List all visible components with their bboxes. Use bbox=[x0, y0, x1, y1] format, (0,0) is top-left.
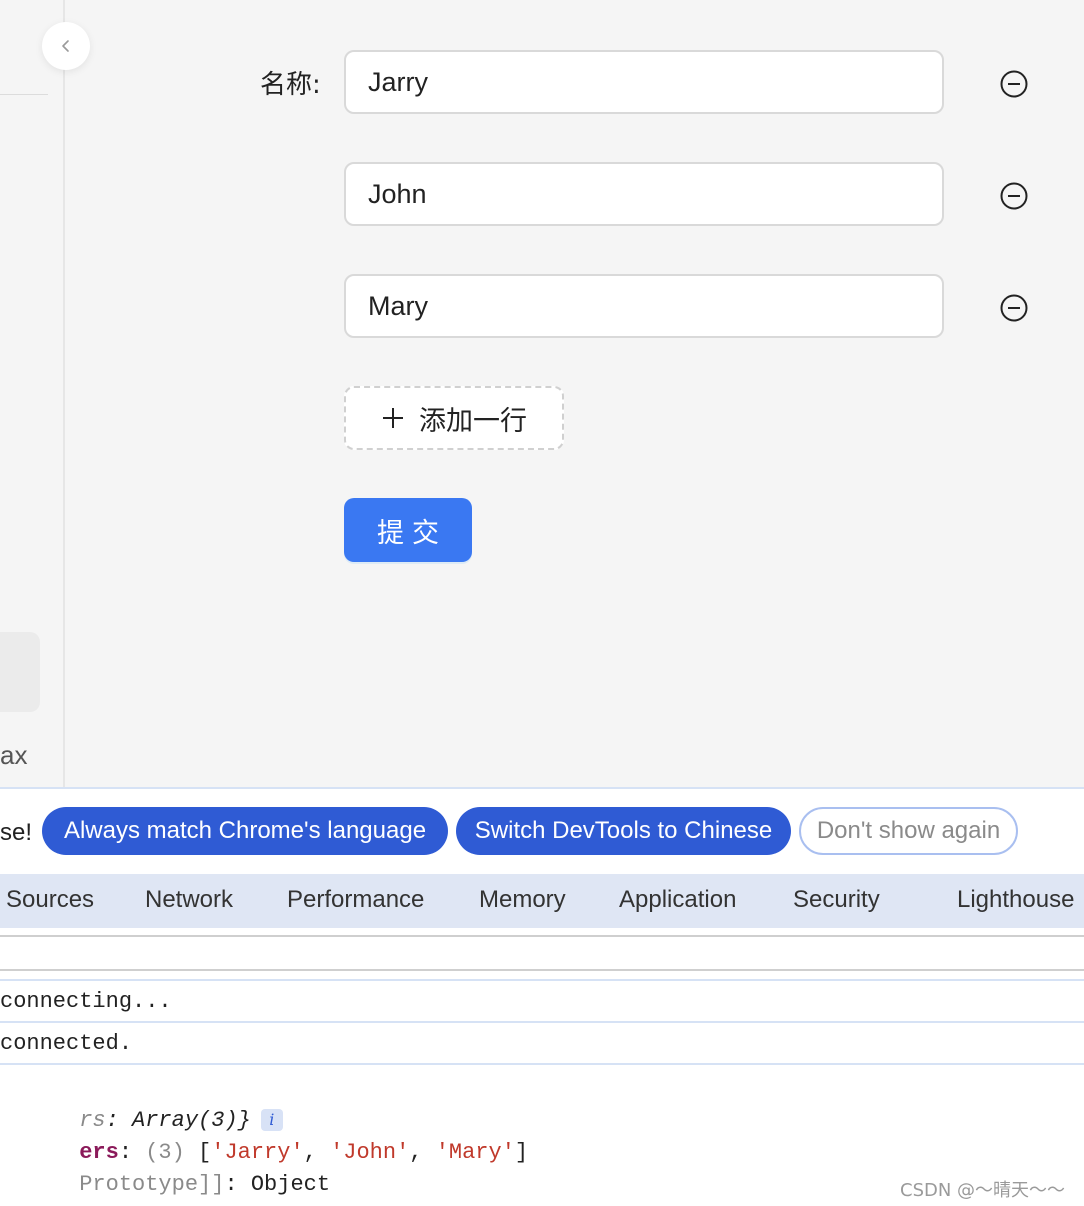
app-area: ax 名称: Jarry John Mary 添加一行 提交 bbox=[0, 0, 1084, 787]
sidebar-divider bbox=[0, 94, 48, 95]
tab-security[interactable]: Security bbox=[793, 886, 880, 914]
minus-circle-icon bbox=[1000, 182, 1028, 210]
sidebar-item[interactable] bbox=[0, 632, 40, 712]
name-input-3[interactable]: Mary bbox=[344, 274, 944, 338]
minus-circle-icon bbox=[1000, 294, 1028, 322]
devtools-panel: se! Always match Chrome's language Switc… bbox=[0, 787, 1084, 1206]
minus-circle-icon bbox=[1000, 70, 1028, 98]
console-log-line: connecting... bbox=[0, 979, 1084, 1021]
remove-row-button-2[interactable] bbox=[998, 180, 1030, 212]
console-toolbar bbox=[0, 935, 1084, 971]
always-match-language-button[interactable]: Always match Chrome's language bbox=[42, 807, 448, 855]
tab-application[interactable]: Application bbox=[619, 886, 736, 914]
tab-sources[interactable]: Sources bbox=[6, 886, 94, 914]
array-value: Mary bbox=[448, 1140, 502, 1165]
tab-lighthouse[interactable]: Lighthouse bbox=[957, 886, 1074, 914]
submit-button[interactable]: 提交 bbox=[344, 498, 472, 562]
console-log-line: connected. bbox=[0, 1021, 1084, 1063]
console-object-entry[interactable] bbox=[0, 1063, 1084, 1073]
switch-devtools-chinese-button[interactable]: Switch DevTools to Chinese bbox=[456, 807, 791, 855]
language-prompt-text: se! bbox=[0, 819, 33, 846]
remove-row-button-3[interactable] bbox=[998, 292, 1030, 324]
tab-network[interactable]: Network bbox=[145, 886, 233, 914]
devtools-tabs: Sources Network Performance Memory Appli… bbox=[0, 874, 1084, 928]
prototype-value: : Object bbox=[224, 1172, 331, 1197]
plus-icon bbox=[383, 408, 403, 428]
sidebar: ax bbox=[0, 0, 65, 787]
name-input-1[interactable]: Jarry bbox=[344, 50, 944, 114]
name-field-label: 名称: bbox=[260, 70, 321, 100]
dont-show-again-button[interactable]: Don't show again bbox=[799, 807, 1018, 855]
chevron-left-icon bbox=[62, 40, 69, 52]
add-row-button[interactable]: 添加一行 bbox=[344, 386, 564, 450]
watermark: CSDN @～晴天～～ bbox=[900, 1180, 1066, 1201]
remove-row-button-1[interactable] bbox=[998, 68, 1030, 100]
array-value: John bbox=[343, 1140, 397, 1165]
prototype-label: Prototype]] bbox=[79, 1172, 225, 1197]
name-input-2[interactable]: John bbox=[344, 162, 944, 226]
collapse-sidebar-button[interactable] bbox=[42, 22, 90, 70]
language-infobar: se! Always match Chrome's language Switc… bbox=[0, 789, 1084, 873]
add-row-label: 添加一行 bbox=[419, 405, 527, 437]
sidebar-truncated-text: ax bbox=[0, 740, 28, 770]
tab-memory[interactable]: Memory bbox=[479, 886, 566, 914]
console-object-prototype[interactable]: Prototype]]: Object bbox=[0, 1147, 330, 1206]
tab-performance[interactable]: Performance bbox=[287, 886, 424, 914]
